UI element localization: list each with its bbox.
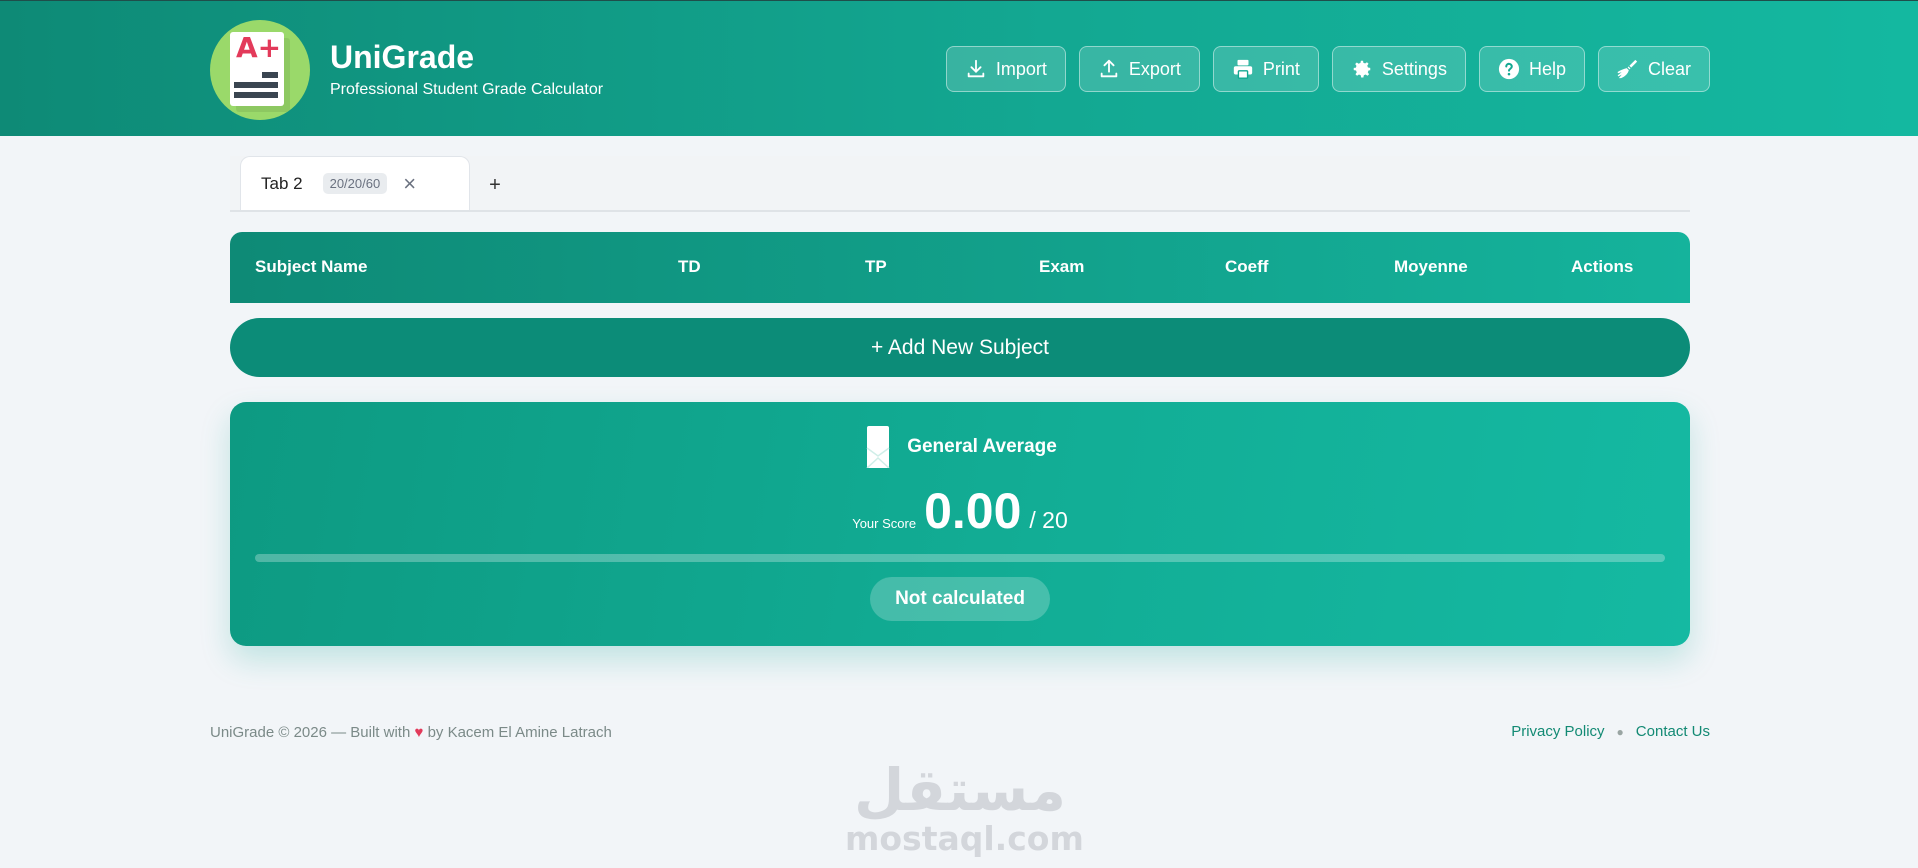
clear-label: Clear xyxy=(1647,58,1691,79)
import-label: Import xyxy=(995,58,1047,79)
help-button[interactable]: Help xyxy=(1478,46,1585,92)
print-button[interactable]: Print xyxy=(1212,46,1319,92)
export-label: Export xyxy=(1128,58,1181,79)
footer-copyright: UniGrade © 2026 — Built with ♥ by Kacem … xyxy=(210,724,612,741)
status-badge: Not calculated xyxy=(870,577,1050,621)
column-header-tp: TP xyxy=(865,257,887,276)
separator-dot: ● xyxy=(1616,724,1624,739)
logo-line xyxy=(234,92,278,98)
author-text: by Kacem El Amine Latrach xyxy=(427,724,612,741)
upload-icon xyxy=(1100,59,1118,78)
tab-label: Tab 2 xyxy=(261,173,303,193)
watermark-latin: mostaql.com xyxy=(845,819,1084,858)
average-title-row: General Average xyxy=(230,426,1690,468)
contact-us-link[interactable]: Contact Us xyxy=(1636,723,1710,740)
import-button[interactable]: Import xyxy=(945,46,1066,92)
tab-weight-badge: 20/20/60 xyxy=(322,173,388,194)
add-subject-button[interactable]: + Add New Subject xyxy=(230,318,1690,377)
settings-button[interactable]: Settings xyxy=(1331,46,1466,92)
tabs-bar: Tab 2 20/20/60 × + xyxy=(230,156,1690,212)
column-header-coeff: Coeff xyxy=(1225,257,1269,276)
app-title: UniGrade xyxy=(330,39,475,75)
app-logo[interactable]: A+ xyxy=(210,20,310,120)
column-header-actions: Actions xyxy=(1571,257,1634,276)
help-circle-icon xyxy=(1498,58,1520,80)
toolbar: Import Export Print Settings Help Clear xyxy=(945,46,1710,92)
score-max: / 20 xyxy=(1029,507,1068,533)
logo-line xyxy=(262,72,278,78)
gear-icon xyxy=(1353,60,1371,78)
printer-icon xyxy=(1233,59,1253,79)
privacy-policy-link[interactable]: Privacy Policy xyxy=(1511,723,1604,740)
column-header-subject-name: Subject Name xyxy=(255,257,368,276)
broom-icon xyxy=(1617,59,1638,79)
column-header-exam: Exam xyxy=(1039,257,1085,276)
download-icon xyxy=(967,59,985,78)
watermark: مستقل mostaql.com xyxy=(845,756,1084,868)
print-label: Print xyxy=(1262,58,1300,79)
watermark-arabic: مستقل xyxy=(853,756,1067,824)
score-row: Your Score 0.00 / 20 xyxy=(230,482,1690,540)
logo-line xyxy=(234,82,278,88)
subjects-table-header: Subject Name TD TP Exam Coeff Moyenne Ac… xyxy=(230,232,1690,303)
settings-label: Settings xyxy=(1381,58,1447,79)
heart-icon: ♥ xyxy=(414,724,424,741)
score-label: Your Score xyxy=(852,516,917,531)
app-subtitle: Professional Student Grade Calculator xyxy=(330,81,604,98)
close-icon[interactable]: × xyxy=(403,172,416,195)
score-progress-track xyxy=(255,554,1665,562)
certificate-icon xyxy=(866,426,890,468)
general-average-card: General Average Your Score 0.00 / 20 Not… xyxy=(230,402,1690,646)
app-header: A+ UniGrade Professional Student Grade C… xyxy=(0,0,1918,136)
clear-button[interactable]: Clear xyxy=(1597,46,1710,92)
footer-links: Privacy Policy ● Contact Us xyxy=(1511,723,1710,740)
export-button[interactable]: Export xyxy=(1078,46,1200,92)
logo-grade-mark: A+ xyxy=(236,31,282,64)
column-header-td: TD xyxy=(678,257,701,276)
add-tab-button[interactable]: + xyxy=(480,174,510,204)
help-label: Help xyxy=(1528,58,1566,79)
score-value: 0.00 xyxy=(924,483,1022,539)
tab-2[interactable]: Tab 2 20/20/60 × xyxy=(240,156,470,210)
column-header-moyenne: Moyenne xyxy=(1394,257,1468,276)
copyright-text: UniGrade © 2026 — Built with xyxy=(210,724,411,741)
average-title: General Average xyxy=(907,436,1057,457)
